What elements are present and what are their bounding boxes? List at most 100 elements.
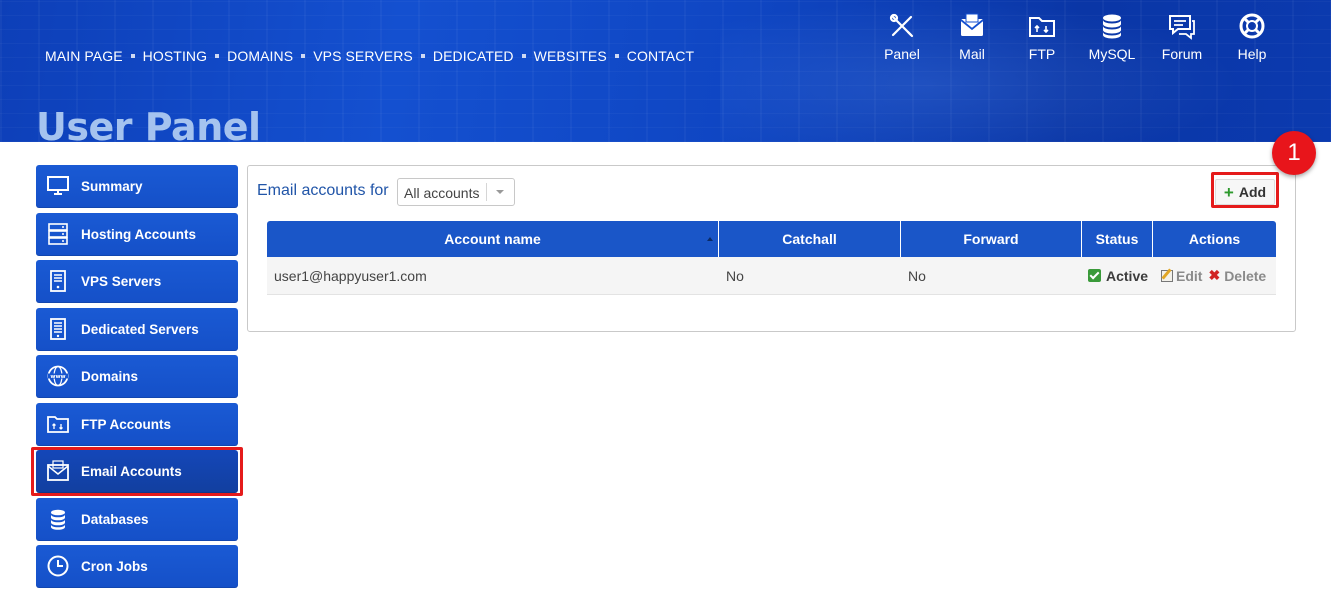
quick-link-help[interactable]: Help (1217, 12, 1287, 62)
svg-text:www: www (50, 374, 65, 380)
quick-link-label: FTP (1028, 46, 1056, 62)
sidebar-item-hosting-accounts[interactable]: Hosting Accounts (36, 212, 238, 256)
quick-link-label: Forum (1161, 46, 1203, 62)
sidebar-item-label: Summary (81, 179, 143, 194)
sidebar-item-label: Dedicated Servers (81, 321, 199, 337)
filter-label: Email accounts for (257, 182, 389, 199)
column-header-catchall[interactable]: Catchall (719, 221, 901, 257)
sidebar-item-label: Domains (81, 369, 139, 384)
email-accounts-table: Account name Catchall Forward Status Act… (267, 221, 1276, 295)
database-icon (1103, 14, 1121, 39)
edit-label: Edit (1176, 267, 1203, 284)
plus-icon: + (1223, 182, 1234, 202)
nav-contact[interactable]: CONTACT (627, 48, 694, 64)
sidebar-item-vps-servers[interactable]: VPS Servers (36, 260, 238, 303)
table-header: Account name Catchall Forward Status Act… (267, 221, 1276, 257)
sidebar-item-label: Cron Jobs (81, 559, 148, 574)
status-cell: Active (1082, 257, 1153, 294)
column-header-label: Account name (444, 231, 541, 247)
sidebar-item-label: Hosting Accounts (81, 226, 197, 242)
delete-label: Delete (1224, 267, 1267, 284)
quick-link-label: Mail (959, 46, 985, 62)
sidebar: Summary Hosting Accounts VPS Servers Ded… (36, 165, 238, 592)
sidebar-item-domains[interactable]: www Domains (36, 355, 238, 398)
column-header-label: Catchall (782, 231, 837, 247)
sort-asc-icon (707, 237, 713, 241)
delete-button[interactable]: ✖ Delete (1208, 267, 1266, 284)
nav-separator (521, 54, 526, 58)
clock-icon (47, 555, 69, 577)
globe-www-icon: www (47, 365, 69, 387)
page-title: User Panel (36, 105, 261, 149)
sidebar-item-databases[interactable]: Databases (36, 497, 238, 541)
lifebuoy-icon (1239, 13, 1265, 39)
sidebar-item-cron-jobs[interactable]: Cron Jobs (36, 545, 238, 588)
nav-websites[interactable]: WEBSITES (534, 48, 607, 64)
actions-cell: Edit ✖ Delete (1153, 257, 1276, 294)
column-header-status[interactable]: Status (1082, 221, 1153, 257)
account-name-cell: user1@happyuser1.com (274, 267, 427, 284)
nav-hosting[interactable]: HOSTING (143, 48, 207, 64)
forum-icon (1169, 15, 1195, 40)
column-header-label: Forward (963, 231, 1019, 247)
table-row: user1@happyuser1.com No No Active Edit ✖… (267, 257, 1276, 295)
nav-domains[interactable]: DOMAINS (227, 48, 293, 64)
quick-link-panel[interactable]: Panel (867, 12, 937, 62)
column-header-forward[interactable]: Forward (901, 221, 1082, 257)
sidebar-item-label: Databases (81, 511, 149, 527)
nav-separator (420, 54, 425, 58)
select-divider (486, 183, 487, 201)
ftp-folder-icon (1029, 17, 1055, 37)
quick-link-label: Help (1237, 46, 1267, 62)
quick-link-forum[interactable]: Forum (1147, 12, 1217, 62)
vps-icon (50, 270, 66, 292)
nav-vps-servers[interactable]: VPS SERVERS (313, 48, 413, 64)
top-nav: MAIN PAGE HOSTING DOMAINS VPS SERVERS DE… (45, 48, 694, 64)
chevron-down-icon (496, 190, 504, 194)
quick-link-mail[interactable]: Mail (937, 12, 1007, 62)
column-header-actions: Actions (1153, 221, 1276, 257)
database-icon (51, 509, 65, 530)
monitor-icon (47, 176, 69, 195)
sidebar-item-label: VPS Servers (81, 274, 162, 289)
column-header-label: Status (1095, 231, 1139, 247)
close-icon: ✖ (1208, 267, 1221, 283)
sidebar-item-label: Email Accounts (81, 464, 182, 479)
email-accounts-panel: Email accounts for All accounts + Add Ac… (247, 165, 1296, 332)
quick-link-ftp[interactable]: FTP (1007, 12, 1077, 62)
nav-separator (301, 54, 306, 58)
nav-separator (215, 54, 220, 58)
sidebar-item-email-accounts[interactable]: Email Accounts (36, 450, 238, 493)
quick-icon-nav: Panel Mail FTP MySQL Forum Help (867, 12, 1287, 62)
ftp-folder-icon (47, 415, 69, 433)
sidebar-item-label: FTP Accounts (81, 416, 172, 432)
quick-link-label: MySQL (1088, 46, 1136, 62)
server-icon (48, 222, 68, 245)
filter-selected-value: All accounts (404, 185, 480, 201)
mail-icon (960, 13, 984, 36)
catchall-cell: No (726, 267, 744, 284)
mail-icon (47, 460, 69, 481)
nav-separator (130, 54, 135, 58)
nav-dedicated[interactable]: DEDICATED (433, 48, 514, 64)
quick-link-label: Panel (884, 46, 920, 62)
tools-icon (889, 13, 914, 38)
quick-link-mysql[interactable]: MySQL (1077, 12, 1147, 62)
dedicated-server-icon (50, 317, 66, 340)
add-email-button[interactable]: + Add (1215, 179, 1275, 205)
account-filter-select[interactable]: All accounts (397, 178, 515, 206)
check-icon (1088, 269, 1101, 282)
status-badge: Active (1106, 267, 1149, 284)
pencil-icon (1161, 269, 1173, 282)
sidebar-item-ftp-accounts[interactable]: FTP Accounts (36, 402, 238, 446)
forward-cell: No (908, 267, 926, 284)
sidebar-item-summary[interactable]: Summary (36, 165, 238, 208)
nav-separator (614, 54, 619, 58)
sidebar-item-dedicated-servers[interactable]: Dedicated Servers (36, 307, 238, 351)
edit-button[interactable]: Edit (1161, 268, 1202, 284)
nav-main-page[interactable]: MAIN PAGE (45, 48, 123, 64)
add-button-label: Add (1238, 184, 1267, 200)
column-header-label: Actions (1188, 231, 1241, 247)
step-number-badge: 1 (1272, 131, 1316, 175)
column-header-account-name[interactable]: Account name (267, 221, 719, 257)
